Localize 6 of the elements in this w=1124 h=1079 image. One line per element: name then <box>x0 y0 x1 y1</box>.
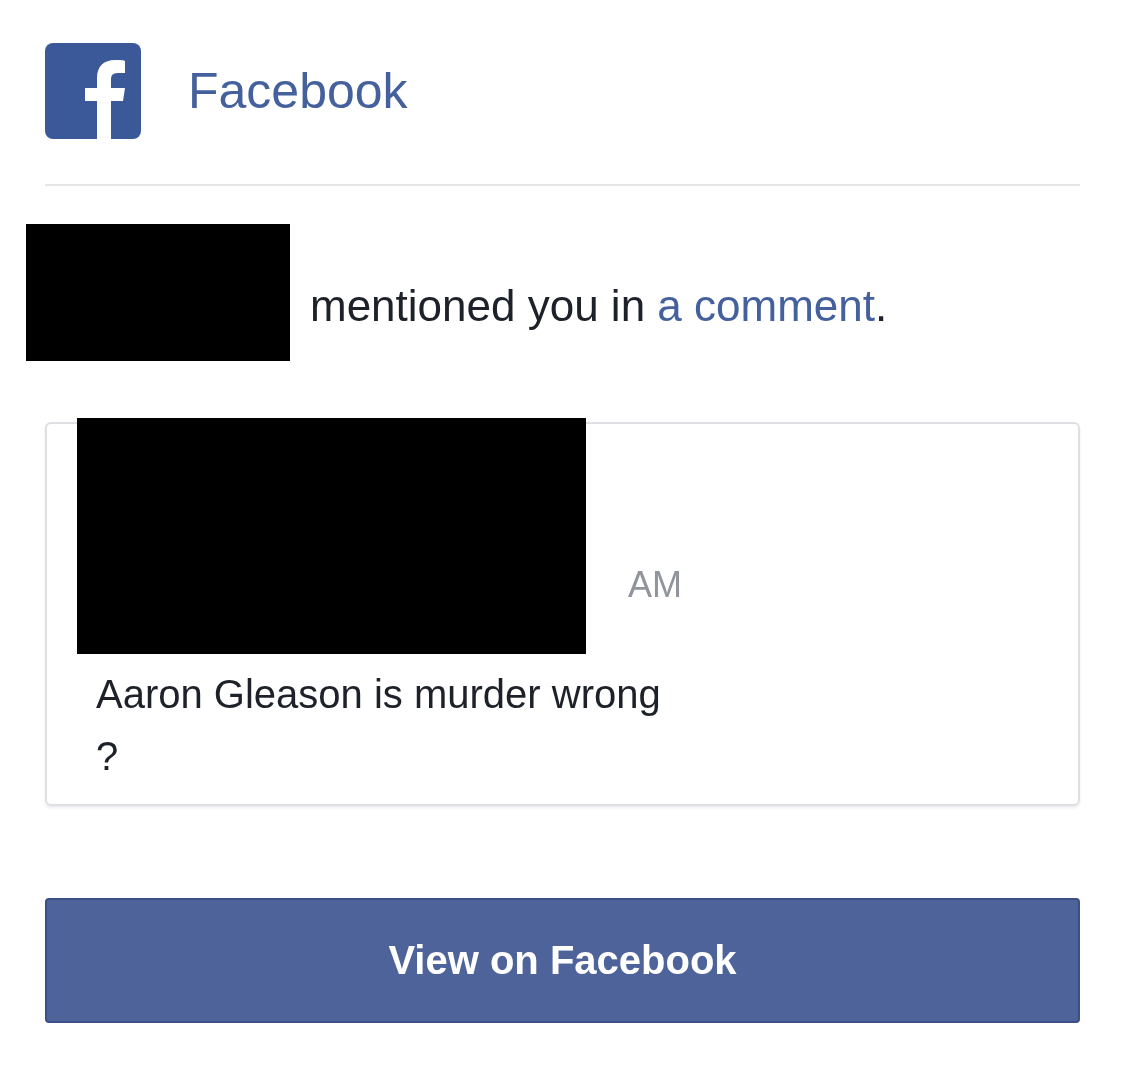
facebook-logo-icon <box>45 43 141 139</box>
comment-link[interactable]: a comment <box>657 281 875 330</box>
app-title: Facebook <box>188 62 408 120</box>
comment-text: Aaron Gleason is murder wrong ? <box>96 671 662 780</box>
view-on-facebook-button[interactable]: View on Facebook <box>45 898 1080 1023</box>
comment-time: AM <box>627 563 683 607</box>
